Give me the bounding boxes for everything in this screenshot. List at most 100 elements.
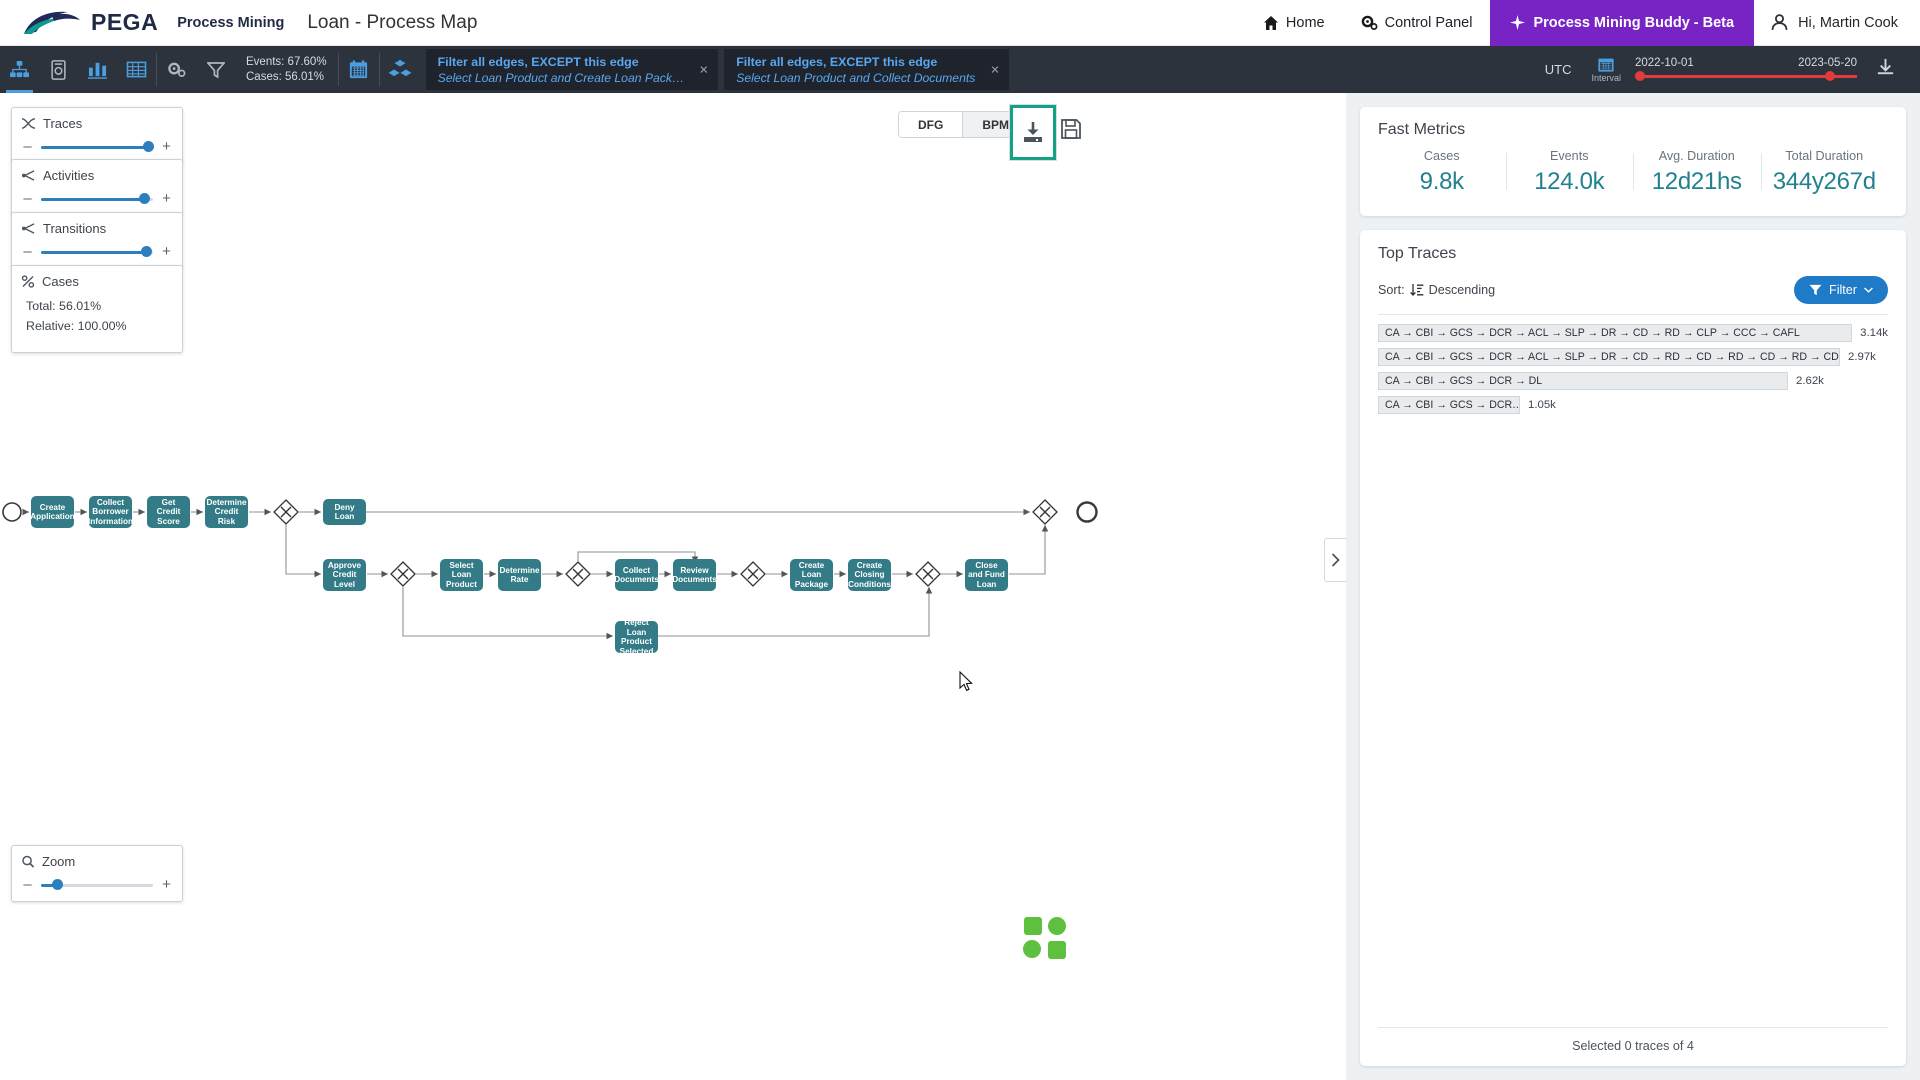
xor-gateway-5[interactable] bbox=[915, 561, 941, 587]
node-create-loan-package[interactable]: Create Loan Package bbox=[790, 559, 833, 591]
metric-total-duration: Total Duration 344y267d bbox=[1760, 149, 1889, 196]
filter-chip-title: Filter all edges, EXCEPT this edge bbox=[437, 54, 639, 69]
sort-value: Descending bbox=[1428, 283, 1496, 297]
metric-value: 344y267d bbox=[1772, 168, 1876, 195]
node-approve-credit-level[interactable]: Approve Credit Level bbox=[323, 559, 366, 591]
interval-control[interactable]: Interval bbox=[1585, 56, 1627, 83]
date-start-label: 2022-10-01 bbox=[1635, 56, 1694, 69]
top-traces-title: Top Traces bbox=[1378, 245, 1457, 262]
interval-label: Interval bbox=[1591, 73, 1621, 83]
node-review-documents[interactable]: Review Documents bbox=[672, 559, 717, 591]
funnel-icon bbox=[1809, 284, 1822, 296]
filter-chip[interactable]: Filter all edges, EXCEPT this edge Selec… bbox=[425, 49, 719, 90]
trace-bar[interactable]: CA → CBI → GCS → DCR → DL bbox=[1378, 372, 1788, 390]
filter-chip-subtitle: Select Loan Product and Create Loan Pack… bbox=[437, 70, 685, 85]
process-map-icon[interactable] bbox=[0, 46, 39, 93]
header-actions: Home Control Panel Process Mining Buddy … bbox=[1245, 0, 1920, 46]
trace-bar[interactable]: CA → CBI → GCS → DCR → ACL → SLP → DR → … bbox=[1378, 324, 1853, 342]
user-label: Hi, Martin Cook bbox=[1798, 14, 1898, 31]
filter-chip-close-icon[interactable]: × bbox=[991, 61, 1000, 78]
metric-avg-duration: Avg. Duration 12d21hs bbox=[1633, 149, 1761, 196]
funnel-filter-icon[interactable] bbox=[196, 46, 235, 93]
trace-value: 2.62k bbox=[1796, 375, 1824, 387]
node-collect-documents[interactable]: Collect Documents bbox=[614, 559, 659, 591]
sort-label: Sort: bbox=[1378, 283, 1405, 297]
date-end-label: 2023-05-20 bbox=[1798, 56, 1857, 69]
metric-label: Cases bbox=[1423, 149, 1460, 163]
case-explorer-icon[interactable] bbox=[39, 46, 78, 93]
process-map-canvas[interactable]: Traces – + Activities – + Transitions – … bbox=[0, 93, 1346, 1080]
interval-calendar-icon bbox=[1598, 58, 1614, 72]
calendar-icon[interactable] bbox=[339, 46, 379, 93]
bpmn-diagram[interactable]: Create Application Collect Borrower Info… bbox=[0, 93, 1346, 1080]
settings-gear-icon[interactable] bbox=[157, 46, 196, 93]
date-range-track[interactable] bbox=[1635, 69, 1857, 83]
node-close-and-fund-loan[interactable]: Close and Fund Loan bbox=[965, 559, 1008, 591]
filter-chip[interactable]: Filter all edges, EXCEPT this edge Selec… bbox=[724, 49, 1010, 90]
filter-button[interactable]: Filter bbox=[1794, 276, 1888, 304]
buddy-label: Process Mining Buddy - Beta bbox=[1533, 14, 1735, 31]
page-title: Loan - Process Map bbox=[307, 11, 478, 33]
top-header: PEGA Process Mining Loan - Process Map H… bbox=[0, 0, 1920, 46]
download-icon[interactable] bbox=[1865, 57, 1910, 83]
table-row[interactable]: CA → CBI → GCS → DCR → ACL → SLP → DR → … bbox=[1378, 324, 1888, 342]
top-traces-controls: Sort: Descending Filter bbox=[1378, 276, 1888, 304]
home-icon bbox=[1263, 15, 1278, 30]
home-link[interactable]: Home bbox=[1245, 15, 1343, 31]
trace-bar[interactable]: CA → CBI → GCS → DCR… bbox=[1378, 396, 1520, 414]
toolbar-view-icons bbox=[0, 46, 235, 93]
filter-chip-close-icon[interactable]: × bbox=[699, 61, 708, 78]
xor-gateway-4[interactable] bbox=[740, 561, 766, 587]
trace-value: 2.97k bbox=[1848, 351, 1876, 363]
node-select-loan-product[interactable]: Select Loan Product bbox=[440, 559, 483, 591]
top-traces-card: Top Traces Sort: Descending Filter CA → … bbox=[1360, 230, 1906, 1066]
toolbar-right: UTC Interval 2022-10-01 2023-05-20 bbox=[1531, 46, 1920, 93]
node-determine-credit-risk[interactable]: Determine Credit Risk bbox=[205, 496, 248, 528]
table-row[interactable]: CA → CBI → GCS → DCR… 1.05k bbox=[1378, 396, 1888, 414]
trace-bar[interactable]: CA → CBI → GCS → DCR → ACL → SLP → DR → … bbox=[1378, 348, 1840, 366]
control-panel-link[interactable]: Control Panel bbox=[1343, 15, 1491, 31]
cubes-icon[interactable] bbox=[380, 46, 420, 93]
process-mining-blob-icon bbox=[1023, 917, 1066, 959]
top-traces-footer: Selected 0 traces of 4 bbox=[1378, 1027, 1888, 1066]
sparkle-icon bbox=[1510, 15, 1526, 30]
stats-events: Events: 67.60% bbox=[246, 55, 327, 68]
date-range-end-handle[interactable] bbox=[1825, 71, 1835, 81]
filter-chip-title: Filter all edges, EXCEPT this edge bbox=[736, 54, 938, 69]
metric-label: Avg. Duration bbox=[1658, 149, 1735, 163]
product-name: Process Mining bbox=[177, 14, 285, 31]
xor-gateway-1[interactable] bbox=[273, 499, 299, 525]
date-range-slider[interactable]: 2022-10-01 2023-05-20 bbox=[1627, 57, 1865, 83]
user-menu[interactable]: Hi, Martin Cook bbox=[1754, 13, 1920, 32]
node-collect-borrower-information[interactable]: Collect Borrower Information bbox=[88, 496, 133, 528]
collapse-right-panel-button[interactable] bbox=[1324, 538, 1346, 582]
brand-wordmark: PEGA bbox=[91, 9, 159, 35]
date-range-start-handle[interactable] bbox=[1635, 71, 1645, 81]
sort-control[interactable]: Sort: Descending bbox=[1378, 283, 1495, 297]
table-icon[interactable] bbox=[117, 46, 156, 93]
chevron-right-icon bbox=[1331, 553, 1340, 567]
sort-descending-icon bbox=[1409, 284, 1424, 296]
trace-value: 1.05k bbox=[1528, 399, 1556, 411]
metric-value: 124.0k bbox=[1534, 168, 1605, 195]
table-row[interactable]: CA → CBI → GCS → DCR → DL 2.62k bbox=[1378, 372, 1888, 390]
node-reject-loan-product-selected[interactable]: Reject Loan Product Selected bbox=[615, 618, 658, 656]
main-content: Traces – + Activities – + Transitions – … bbox=[0, 93, 1920, 1080]
node-determine-rate[interactable]: Determine Rate bbox=[498, 559, 541, 591]
xor-gateway-6[interactable] bbox=[1032, 499, 1058, 525]
xor-gateway-3[interactable] bbox=[565, 561, 591, 587]
process-mining-buddy-button[interactable]: Process Mining Buddy - Beta bbox=[1490, 0, 1755, 46]
main-toolbar: Events: 67.60% Cases: 56.01% Filter all … bbox=[0, 46, 1920, 93]
table-row[interactable]: CA → CBI → GCS → DCR → ACL → SLP → DR → … bbox=[1378, 348, 1888, 366]
node-create-closing-conditions[interactable]: Create Closing Conditions bbox=[848, 559, 891, 591]
fast-metrics-grid: Cases 9.8k Events 124.0k Avg. Duration 1… bbox=[1378, 149, 1888, 196]
fast-metrics-title: Fast Metrics bbox=[1378, 121, 1466, 138]
node-deny-loan[interactable]: Deny Loan bbox=[323, 499, 366, 525]
chart-icon[interactable] bbox=[78, 46, 117, 93]
node-get-credit-score[interactable]: Get Credit Score bbox=[147, 496, 190, 528]
right-panel: Fast Metrics Cases 9.8k Events 124.0k Av… bbox=[1346, 93, 1920, 1080]
brand-logo[interactable]: PEGA Process Mining Loan - Process Map bbox=[0, 9, 477, 36]
xor-gateway-2[interactable] bbox=[390, 561, 416, 587]
trace-value: 3.14k bbox=[1860, 327, 1888, 339]
node-create-application[interactable]: Create Application bbox=[30, 496, 75, 528]
